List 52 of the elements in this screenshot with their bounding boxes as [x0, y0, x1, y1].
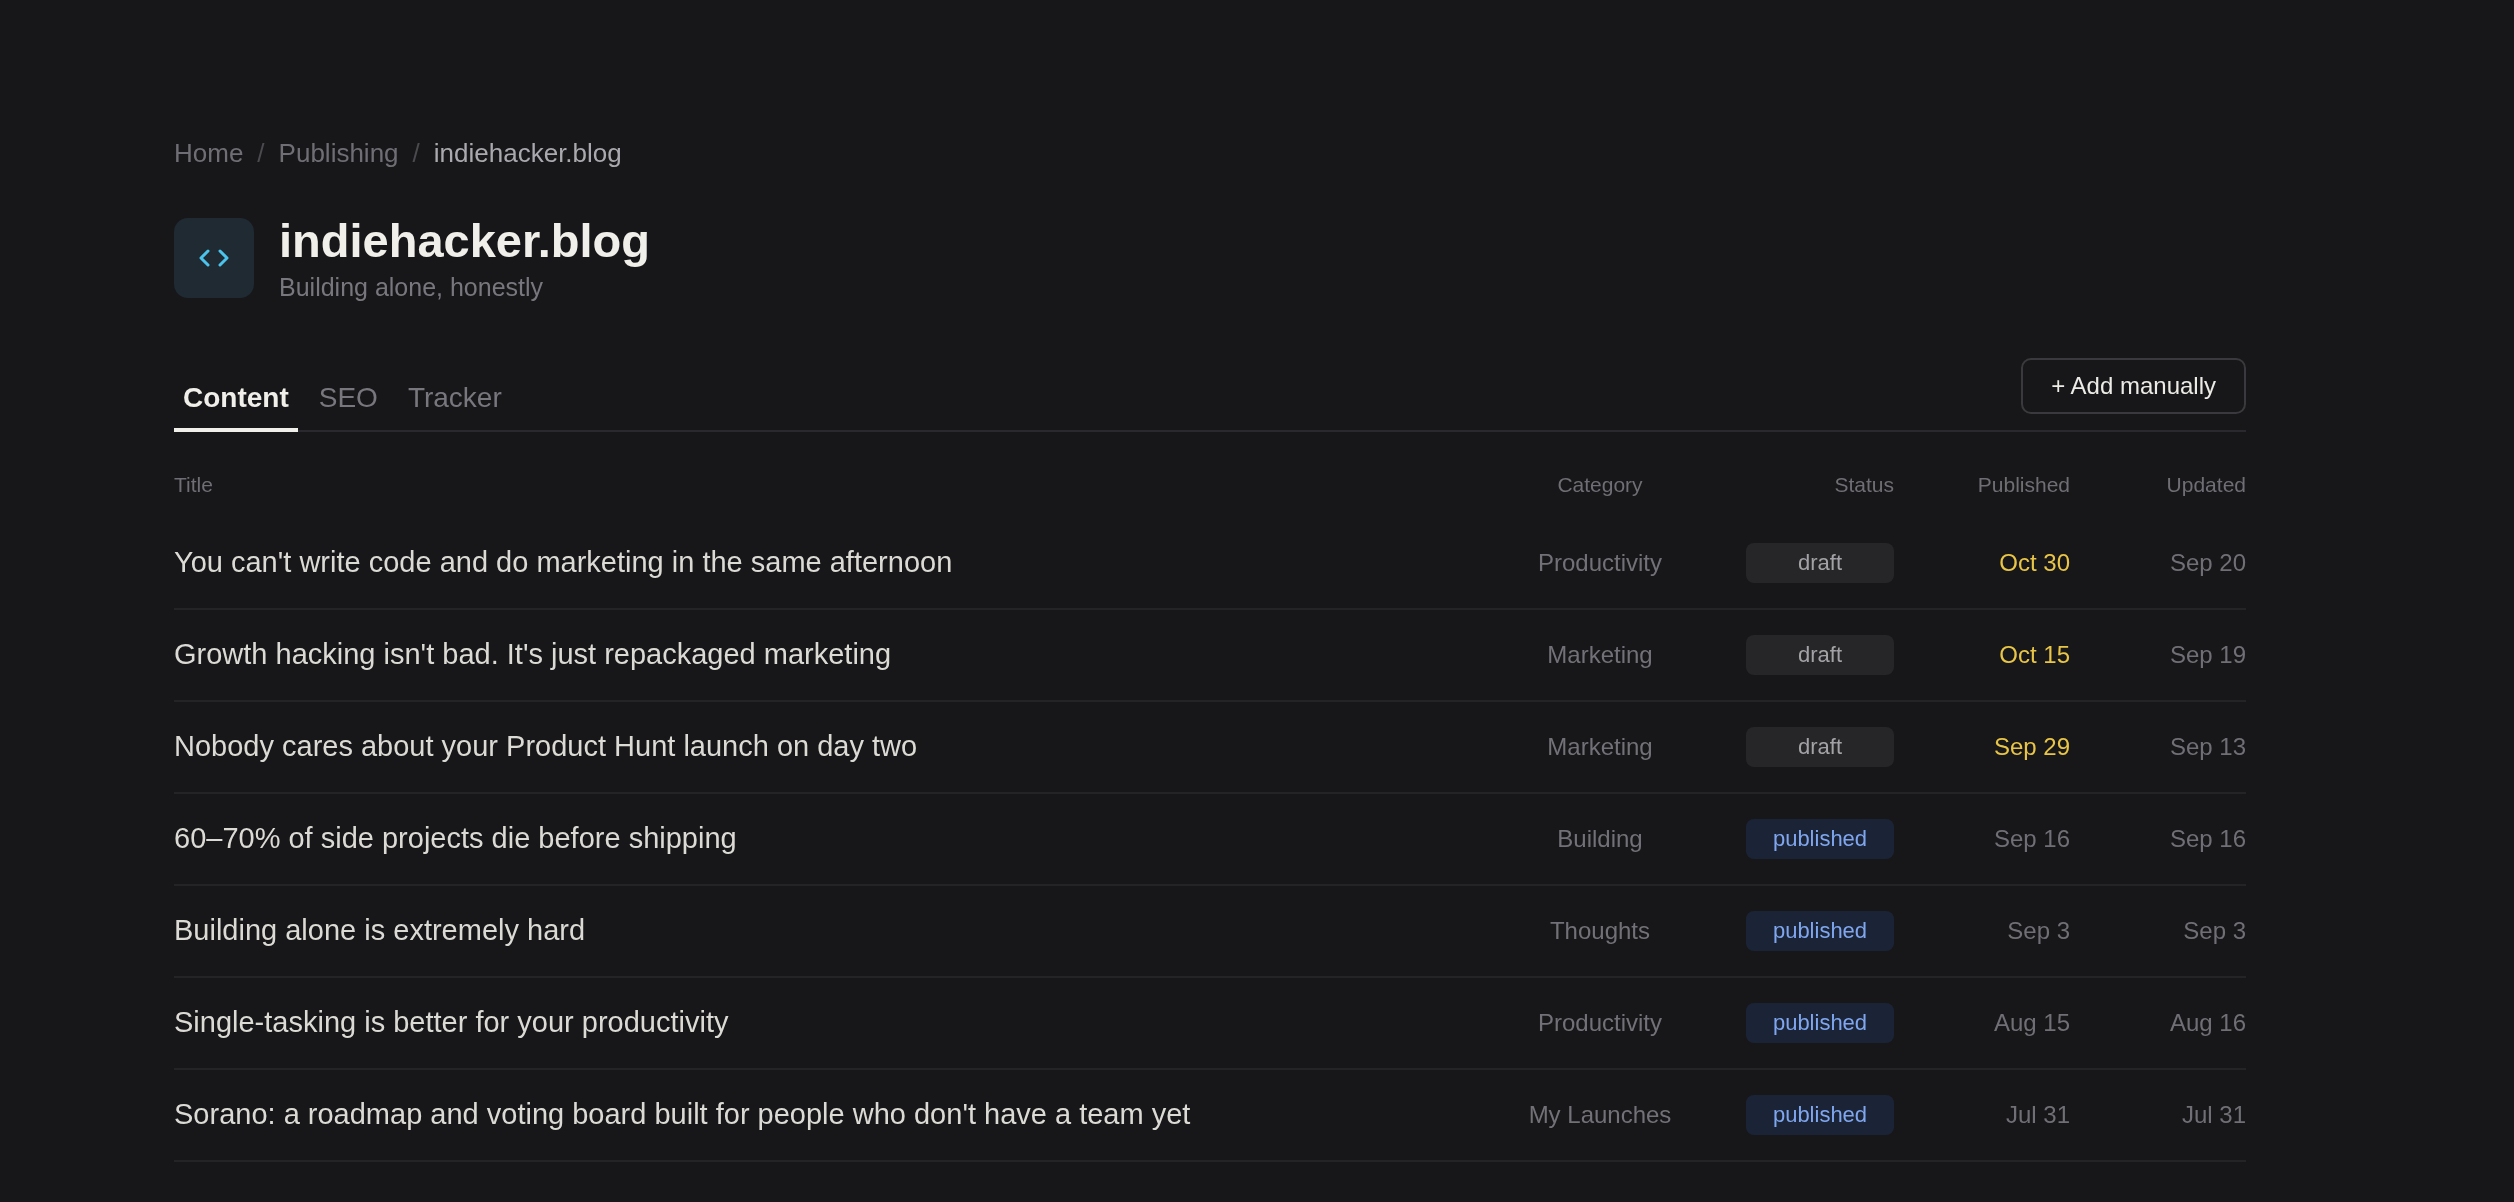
post-title[interactable]: 60–70% of side projects die before shipping: [174, 822, 737, 855]
column-header: Title: [174, 471, 214, 497]
post-title[interactable]: Sorano: a roadmap and voting board built for people who don't have a team yet: [174, 1098, 1191, 1131]
post-title[interactable]: Growth hacking isn't bad. It's just repackaged marketing: [174, 638, 892, 671]
add-manually-button[interactable]: + Add manually: [2021, 357, 2246, 414]
site-subtitle: Building alone, honestly: [279, 272, 545, 302]
category-label: Thoughts: [1549, 916, 1651, 944]
category-label: Productivity: [1537, 548, 1662, 576]
tab[interactable]: Tracker: [398, 371, 511, 432]
category-label: My Launches: [1528, 1100, 1672, 1128]
status-badge: draft: [1746, 634, 1894, 675]
category-label: Building: [1557, 824, 1643, 852]
category-label: Productivity: [1537, 1008, 1662, 1036]
code-icon: [174, 218, 254, 299]
published-date: Oct 30: [1999, 548, 2070, 576]
post-title[interactable]: Nobody cares about your Product Hunt launch on day two: [174, 730, 918, 763]
column-header: Updated: [2165, 471, 2246, 497]
published-date: Aug 15: [1993, 1008, 2070, 1036]
updated-date: Aug 16: [2169, 1008, 2246, 1036]
published-date: Sep 16: [1993, 824, 2070, 852]
status-badge: draft: [1746, 542, 1894, 583]
tab[interactable]: SEO: [309, 371, 387, 432]
site-title: indiehacker.blog: [279, 215, 650, 267]
status-badge: published: [1746, 910, 1894, 951]
breadcrumb-link[interactable]: Home: [174, 138, 244, 169]
breadcrumb-link[interactable]: indiehacker.blog: [433, 138, 622, 169]
status-badge: published: [1746, 818, 1894, 859]
updated-date: Sep 20: [2169, 548, 2246, 576]
post-title[interactable]: Building alone is extremely hard: [174, 914, 586, 947]
updated-date: Sep 13: [2169, 732, 2246, 760]
breadcrumb-separator: /: [257, 138, 265, 169]
column-header: Status: [1833, 471, 1894, 497]
post-title[interactable]: You can't write code and do marketing in the same afternoon: [174, 546, 953, 579]
status-badge: draft: [1746, 726, 1894, 767]
published-date: Jul 31: [2005, 1100, 2070, 1128]
tab[interactable]: Content: [174, 371, 298, 432]
published-date: Sep 3: [2007, 916, 2070, 944]
updated-date: Sep 16: [2169, 824, 2246, 852]
breadcrumb-separator: /: [412, 138, 420, 169]
status-badge: published: [1746, 1094, 1894, 1135]
updated-date: Jul 31: [2181, 1100, 2246, 1128]
status-badge: published: [1746, 1002, 1894, 1043]
column-header: Published: [1976, 471, 2070, 497]
published-date: Oct 15: [1999, 640, 2070, 668]
post-title[interactable]: Single-tasking is better for your productivity: [174, 1006, 729, 1039]
published-date: Sep 29: [1993, 732, 2070, 760]
breadcrumb-link[interactable]: Publishing: [278, 138, 399, 169]
category-label: Marketing: [1547, 640, 1653, 668]
column-header: Category: [1556, 471, 1644, 497]
category-label: Marketing: [1547, 732, 1653, 760]
updated-date: Sep 19: [2169, 640, 2246, 668]
updated-date: Sep 3: [2183, 916, 2246, 944]
